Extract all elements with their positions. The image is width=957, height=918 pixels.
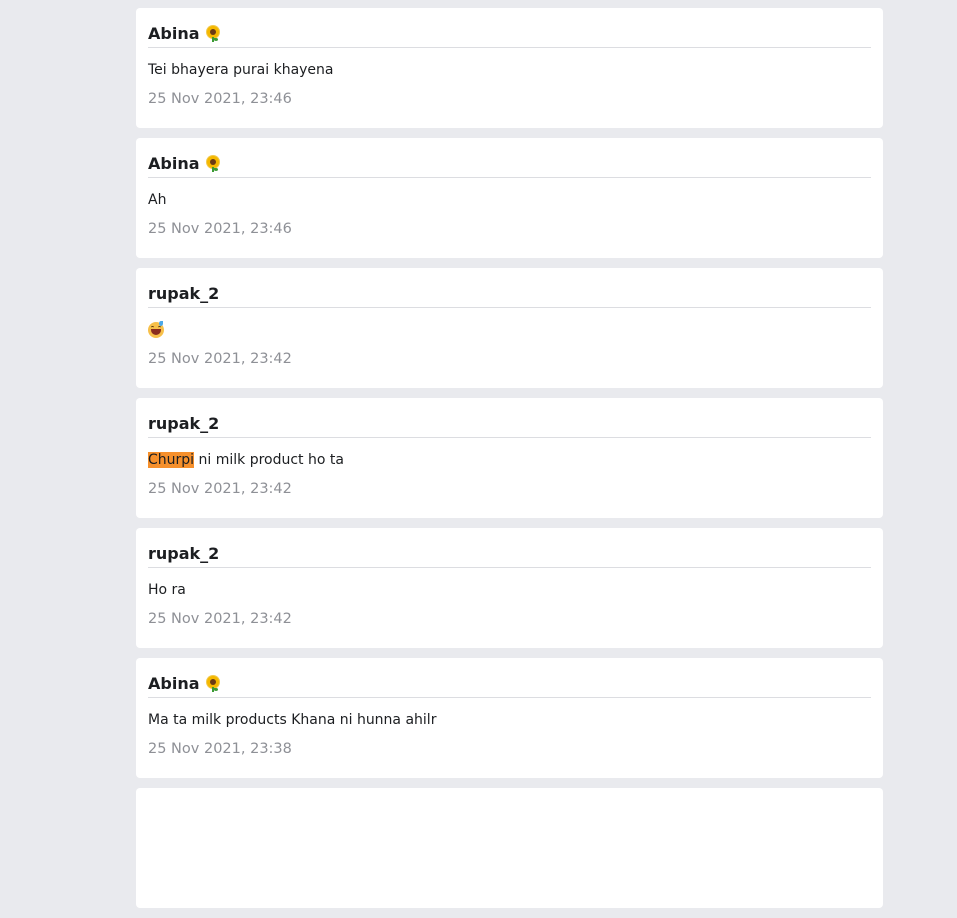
message-text: ni milk product ho ta (194, 452, 344, 468)
sunflower-icon (206, 25, 221, 42)
sunflower-icon (206, 155, 221, 172)
message-header: Abina (148, 150, 871, 178)
message-timestamp: 25 Nov 2021, 23:42 (148, 481, 292, 497)
search-highlight: Churpi (148, 452, 195, 468)
message-card: rupak_2 Churpi ni milk product ho ta 25 … (136, 398, 883, 518)
message-card: rupak_2 Ho ra 25 Nov 2021, 23:42 (136, 528, 883, 648)
username[interactable]: Abina (148, 154, 200, 173)
message-header: rupak_2 (148, 280, 871, 308)
message-header: Abina (148, 20, 871, 48)
message-body: Ah (148, 192, 167, 208)
message-timestamp: 25 Nov 2021, 23:42 (148, 351, 292, 367)
message-timestamp: 25 Nov 2021, 23:46 (148, 91, 292, 107)
message-body: Churpi ni milk product ho ta (148, 450, 871, 470)
message-body: Ma ta milk products Khana ni hunna ahilr (148, 712, 437, 728)
message-card: Abina Ma ta milk products Khana ni hunna… (136, 658, 883, 778)
username[interactable]: Abina (148, 24, 200, 43)
username[interactable]: rupak_2 (148, 414, 219, 433)
message-timestamp: 25 Nov 2021, 23:46 (148, 221, 292, 237)
message-card: Abina Tei bhayera purai khayena 25 Nov 2… (136, 8, 883, 128)
message-body: Tei bhayera purai khayena (148, 62, 334, 78)
message-header: rupak_2 (148, 410, 871, 438)
message-header: Abina (148, 670, 871, 698)
message-body (148, 320, 871, 340)
username[interactable]: rupak_2 (148, 284, 219, 303)
grinning-sweat-icon (148, 321, 164, 338)
message-card: Abina Ah 25 Nov 2021, 23:46 (136, 138, 883, 258)
username[interactable]: Abina (148, 674, 200, 693)
sunflower-icon (206, 675, 221, 692)
message-feed: Abina Tei bhayera purai khayena 25 Nov 2… (136, 0, 883, 918)
username[interactable]: rupak_2 (148, 544, 219, 563)
message-timestamp: 25 Nov 2021, 23:42 (148, 611, 292, 627)
message-header: rupak_2 (148, 540, 871, 568)
message-timestamp: 25 Nov 2021, 23:38 (148, 741, 292, 757)
message-card (136, 788, 883, 908)
message-card: rupak_2 25 Nov 2021, 23:42 (136, 268, 883, 388)
message-body: Ho ra (148, 582, 186, 598)
